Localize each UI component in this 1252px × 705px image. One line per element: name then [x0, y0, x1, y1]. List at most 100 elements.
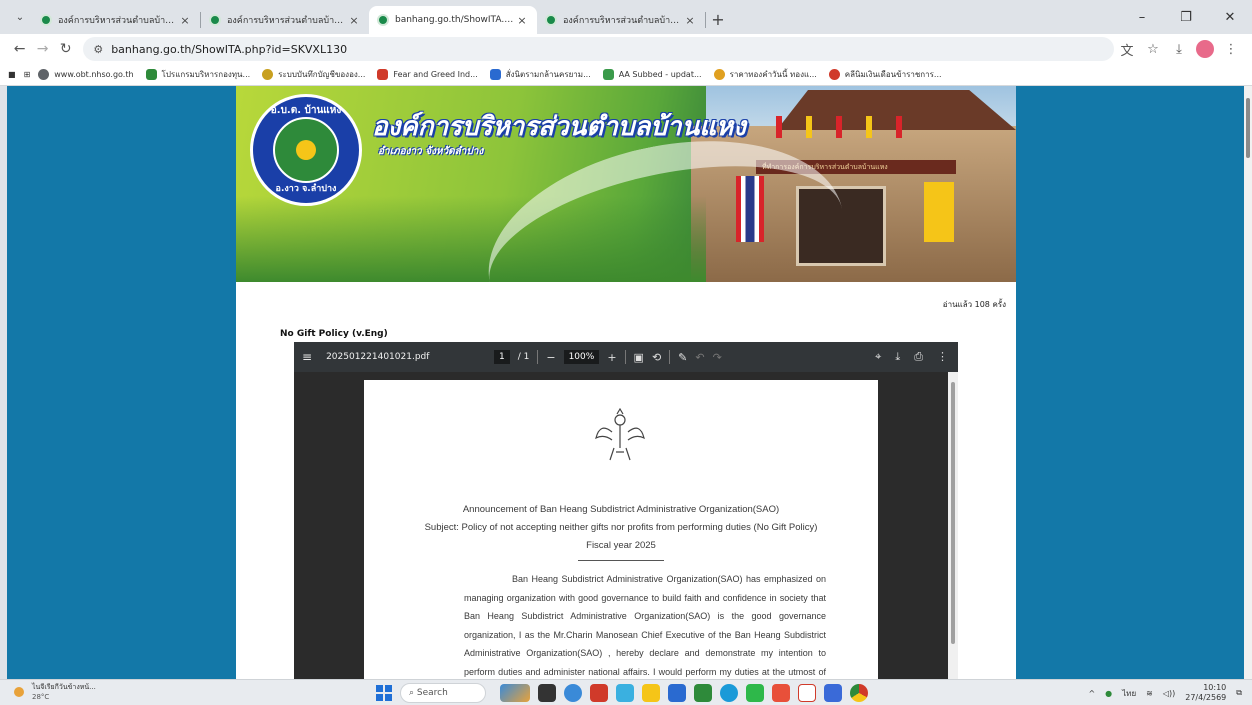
address-bar[interactable]: ⚙ banhang.go.th/ShowITA.php?id=SKVXL130 — [83, 37, 1114, 61]
flag-icon — [836, 116, 842, 138]
organization-subtitle: อำเภองาว จังหวัดลำปาง — [378, 146, 484, 157]
back-icon[interactable]: ← — [8, 37, 31, 61]
page-number-input[interactable]: 1 — [494, 350, 510, 364]
tab-3[interactable]: องค์การบริหารส่วนตำบลบ้านแหง อำ× — [537, 6, 705, 34]
pdf-more-icon[interactable]: ⋮ — [937, 350, 948, 364]
bookmark-item[interactable]: AA Subbed - updat... — [602, 69, 702, 80]
flag-icon — [866, 116, 872, 138]
widgets-app-icon[interactable] — [500, 684, 530, 702]
taskbar-search[interactable]: ⌕ Search — [400, 683, 486, 703]
tab-title: banhang.go.th/ShowITA.php?id — [395, 15, 515, 25]
profile-avatar[interactable] — [1196, 40, 1214, 58]
line-app-icon[interactable] — [746, 684, 764, 702]
app-icon[interactable] — [616, 684, 634, 702]
tab-title: องค์การบริหารส่วนตำบลบ้านแหง อำ — [227, 16, 347, 26]
clock[interactable]: 10:10 27/4/2569 — [1185, 683, 1226, 703]
royal-flag-icon — [924, 182, 954, 242]
bookmark-star-icon[interactable]: ☆ — [1140, 42, 1166, 57]
bookmark-label: ราคาทองคำวันนี้ ทองแ... — [729, 70, 817, 79]
bookmark-item[interactable]: ระบบบันทึกบัญชีขององ... — [262, 68, 365, 81]
heading-rule — [578, 560, 664, 561]
tray-chevron-icon[interactable]: ^ — [1088, 689, 1095, 698]
pdf-canvas[interactable]: Announcement of Ban Heang Subdistrict Ad… — [294, 372, 958, 679]
edge-icon[interactable] — [720, 684, 738, 702]
acrobat-icon[interactable] — [798, 684, 816, 702]
translate-icon[interactable]: 文 — [1114, 40, 1140, 59]
close-icon[interactable]: × — [683, 14, 697, 27]
scroll-thumb[interactable] — [1246, 98, 1250, 158]
bookmark-label: คลีนิมเงินเดือนข้าราชการ... — [844, 70, 942, 79]
store-icon[interactable] — [668, 684, 686, 702]
window-controls: – ❐ ✕ — [1120, 0, 1252, 34]
minimize-icon[interactable]: – — [1120, 0, 1164, 34]
site-info-icon[interactable]: ⚙ — [93, 43, 103, 56]
weather-text: ไนจีเรียกีวันข้างหน้... — [32, 683, 96, 691]
chrome-icon[interactable] — [850, 684, 868, 702]
close-icon[interactable]: × — [347, 14, 361, 27]
new-tab-button[interactable]: + — [706, 6, 730, 32]
wifi-icon[interactable]: ≋ — [1146, 689, 1153, 698]
pdf-download-icon[interactable]: ⤓ — [895, 350, 900, 364]
favicon-icon — [377, 14, 389, 26]
garuda-emblem-icon — [595, 408, 645, 461]
sun-icon — [296, 140, 316, 160]
tab-2-active[interactable]: banhang.go.th/ShowITA.php?id× — [369, 6, 537, 34]
pdf-page: Announcement of Ban Heang Subdistrict Ad… — [364, 380, 878, 679]
redo-icon[interactable]: ↷ — [713, 351, 722, 364]
tray-app-icon[interactable]: ● — [1105, 689, 1112, 698]
bookmark-item[interactable]: สั่งนิตรามกล้านครยาม... — [489, 68, 591, 81]
bookmark-item[interactable]: www.obt.nhso.go.th — [38, 69, 134, 80]
pdf-menu-icon[interactable]: ≡ — [302, 350, 312, 364]
page-viewport: ที่ทำการองค์การบริหารส่วนตำบลบ้านแหง อ.บ… — [7, 86, 1244, 679]
sidebar-toggle-icon[interactable]: ■ — [8, 70, 16, 79]
undo-icon[interactable]: ↶ — [695, 351, 704, 364]
bookmark-item[interactable]: Fear and Greed Ind... — [377, 69, 478, 80]
app-icon[interactable] — [694, 684, 712, 702]
close-window-icon[interactable]: ✕ — [1208, 0, 1252, 34]
apps-grid-icon[interactable]: ⊞ — [24, 70, 31, 79]
zoom-in-icon[interactable]: + — [607, 351, 616, 364]
file-explorer-icon[interactable] — [642, 684, 660, 702]
zoom-out-icon[interactable]: − — [546, 351, 555, 364]
tab-search-icon[interactable]: ⌄ — [8, 4, 32, 30]
page-total: / 1 — [517, 352, 530, 362]
ink-annotation-icon[interactable]: ⌖ — [875, 350, 881, 364]
task-view-icon[interactable] — [538, 684, 556, 702]
language-indicator[interactable]: ไทย — [1122, 687, 1136, 700]
weather-widget[interactable]: ไนจีเรียกีวันข้างหน้... 28°C — [14, 682, 96, 701]
notification-icon[interactable]: ⧉ — [1236, 688, 1242, 698]
zoom-input[interactable]: 100% — [563, 350, 600, 364]
more-menu-icon[interactable]: ⋮ — [1218, 42, 1244, 57]
bookmark-favicon-icon — [828, 69, 840, 80]
seal-bottom-text: อ.งาว จ.ลำปาง — [275, 184, 337, 194]
close-icon[interactable]: × — [178, 14, 192, 27]
bookmark-item[interactable]: ราคาทองคำวันนี้ ทองแ... — [713, 68, 817, 81]
volume-icon[interactable]: ◁)) — [1163, 689, 1175, 698]
tab-1[interactable]: องค์การบริหารส่วนตำบลบ้านแหง อำ× — [201, 6, 369, 34]
restore-icon[interactable]: ❐ — [1164, 0, 1208, 34]
pdf-scrollbar[interactable] — [948, 372, 958, 679]
app-icon[interactable] — [590, 684, 608, 702]
download-icon[interactable]: ⤓ — [1166, 42, 1192, 57]
office-icon[interactable] — [772, 684, 790, 702]
reload-icon[interactable]: ↻ — [54, 37, 77, 61]
tab-0[interactable]: องค์การบริหารส่วนตำบลบ้านแหง อำ× — [32, 6, 200, 34]
bookmark-item[interactable]: โปรแกรมบริหารกองทุน... — [145, 68, 250, 81]
app-icon[interactable] — [564, 684, 582, 702]
scroll-thumb[interactable] — [951, 382, 955, 644]
print-icon[interactable]: ⎙ — [914, 350, 923, 364]
bookmark-favicon-icon — [713, 69, 725, 80]
header-banner: ที่ทำการองค์การบริหารส่วนตำบลบ้านแหง อ.บ… — [236, 86, 1016, 282]
fit-page-icon[interactable]: ▣ — [634, 351, 644, 364]
weather-icon — [14, 686, 24, 697]
draw-icon[interactable]: ✎ — [678, 351, 687, 364]
bookmark-item[interactable]: คลีนิมเงินเดือนข้าราชการ... — [828, 68, 942, 81]
app-icon[interactable] — [824, 684, 842, 702]
bookmark-label: ระบบบันทึกบัญชีขององ... — [278, 70, 366, 79]
flag-icon — [776, 116, 782, 138]
rotate-icon[interactable]: ⟲ — [652, 351, 661, 364]
windows-start-icon[interactable] — [376, 685, 392, 701]
forward-icon[interactable]: → — [31, 37, 54, 61]
close-icon[interactable]: × — [515, 14, 529, 27]
page-scrollbar[interactable] — [1244, 86, 1252, 679]
